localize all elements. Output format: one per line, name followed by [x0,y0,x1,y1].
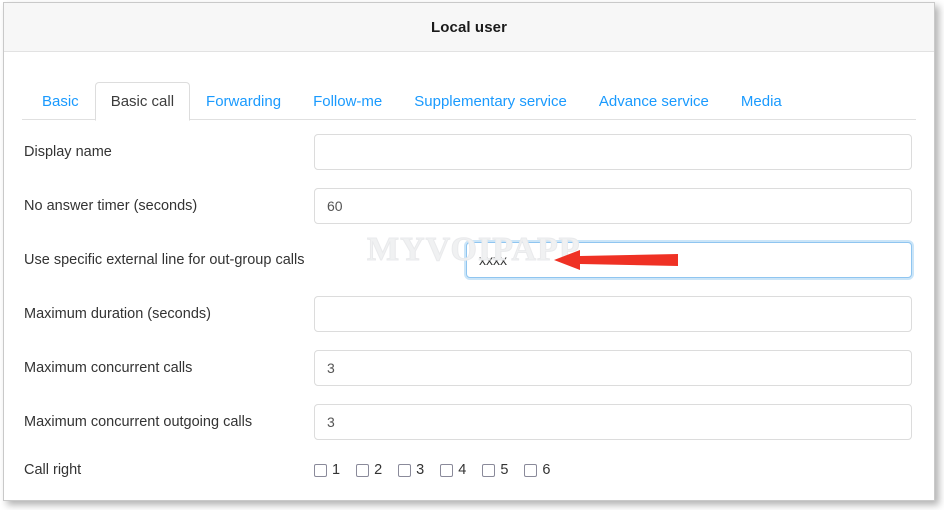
call-right-option-5[interactable]: 5 [482,462,508,478]
maximum-duration-input[interactable] [314,296,912,332]
form-row-maximum-concurrent-calls: Maximum concurrent calls [4,350,934,386]
call-right-option-1[interactable]: 1 [314,462,340,478]
call-right-option-3-label: 3 [416,462,425,478]
tab-forwarding[interactable]: Forwarding [190,82,297,120]
label-call-right: Call right [24,462,82,478]
call-right-option-2[interactable]: 2 [356,462,382,478]
form-row-maximum-concurrent-outgoing-calls: Maximum concurrent outgoing calls [4,404,934,440]
checkbox-icon[interactable] [398,463,412,477]
call-right-checkbox-group: 1 2 3 4 5 6 [314,462,566,478]
no-answer-timer-input[interactable] [314,188,912,224]
form-row-call-right: Call right 1 2 3 4 5 6 [4,458,934,482]
label-maximum-duration: Maximum duration (seconds) [24,306,211,322]
form-row-no-answer-timer: No answer timer (seconds) [4,188,934,224]
call-right-option-4[interactable]: 4 [440,462,466,478]
call-right-option-2-label: 2 [374,462,383,478]
form-row-maximum-duration: Maximum duration (seconds) [4,296,934,332]
tab-supplementary-service[interactable]: Supplementary service [398,82,583,120]
form-row-specific-external-line: Use specific external line for out-group… [4,242,934,278]
checkbox-icon[interactable] [356,463,370,477]
display-name-input[interactable] [314,134,912,170]
checkbox-icon[interactable] [482,463,496,477]
call-right-option-3[interactable]: 3 [398,462,424,478]
checkbox-icon[interactable] [524,463,538,477]
call-right-option-6-label: 6 [542,462,551,478]
call-right-option-5-label: 5 [500,462,509,478]
checkbox-icon[interactable] [314,463,327,477]
call-right-option-1-label: 1 [332,462,341,478]
label-maximum-concurrent-calls: Maximum concurrent calls [24,360,193,376]
label-display-name: Display name [24,144,112,160]
screenshot-root: Local user Basic Basic call Forwarding F… [0,0,944,510]
label-no-answer-timer: No answer timer (seconds) [24,198,198,214]
form-row-display-name: Display name [4,134,934,170]
tab-advance-service[interactable]: Advance service [583,82,725,120]
call-right-option-6[interactable]: 6 [524,462,550,478]
tab-basic-call[interactable]: Basic call [94,82,191,121]
label-specific-external-line: Use specific external line for out-group… [24,252,305,268]
tab-basic[interactable]: Basic [26,82,95,120]
label-maximum-concurrent-outgoing-calls: Maximum concurrent outgoing calls [24,414,253,430]
local-user-window: Local user Basic Basic call Forwarding F… [3,2,935,501]
maximum-concurrent-outgoing-calls-input[interactable] [314,404,912,440]
tab-follow-me[interactable]: Follow-me [297,82,398,120]
basic-call-form: Display name No answer timer (seconds) U… [4,120,934,482]
tab-bar: Basic Basic call Forwarding Follow-me Su… [4,74,934,121]
checkbox-icon[interactable] [440,463,454,477]
specific-external-line-input[interactable] [466,242,912,278]
window-titlebar: Local user [4,3,934,52]
page-title: Local user [430,18,508,36]
tab-media[interactable]: Media [725,82,798,120]
call-right-option-4-label: 4 [458,462,467,478]
maximum-concurrent-calls-input[interactable] [314,350,912,386]
